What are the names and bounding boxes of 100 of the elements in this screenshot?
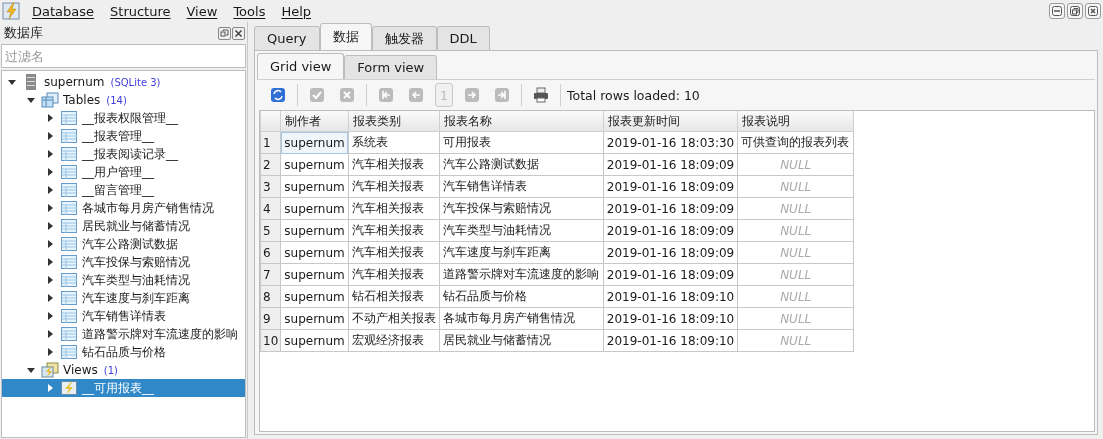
close-icon[interactable] [232, 26, 245, 40]
table-cell[interactable]: supernum [280, 219, 349, 242]
tree-item[interactable]: __报表阅读记录__ [2, 145, 245, 163]
table-cell[interactable]: 系统表 [348, 131, 440, 154]
table-cell[interactable]: supernum [280, 197, 349, 220]
tables-icon [41, 92, 59, 108]
tree-item[interactable]: __报表管理__ [2, 127, 245, 145]
table-cell[interactable]: 2019-01-16 18:09:09 [603, 175, 738, 198]
table-cell[interactable]: 2019-01-16 18:09:09 [603, 263, 738, 286]
tab[interactable]: 触发器 [371, 26, 437, 50]
table-icon [60, 164, 78, 180]
column-header[interactable]: 报表更新时间 [603, 111, 738, 132]
tree-item[interactable]: __可用报表__ [2, 379, 245, 397]
tree-item[interactable]: Views (1) [2, 361, 245, 379]
menu-item[interactable]: Tools [225, 3, 274, 19]
table-cell[interactable]: 可用报表 [439, 131, 604, 154]
table-cell[interactable]: 2019-01-16 18:09:10 [603, 307, 738, 330]
panel-title: 数据库 [4, 24, 43, 42]
restore-button[interactable] [1067, 3, 1083, 19]
filter-field[interactable]: 过滤名 [1, 44, 246, 68]
tree-item[interactable]: 道路警示牌对车流速度的影响 [2, 325, 245, 343]
tree-item[interactable]: 汽车速度与刹车距离 [2, 289, 245, 307]
tree-item[interactable]: 居民就业与储蓄情况 [2, 217, 245, 235]
tree-item[interactable]: 汽车投保与索赔情况 [2, 253, 245, 271]
count-label: (1) [103, 364, 118, 376]
tree-item[interactable]: __留言管理__ [2, 181, 245, 199]
table-cell[interactable]: 汽车投保与索赔情况 [439, 197, 604, 220]
table-cell[interactable]: supernum [280, 153, 349, 176]
table-icon [60, 200, 78, 216]
table-cell[interactable]: 汽车类型与油耗情况 [439, 219, 604, 242]
row-number: 4 [260, 197, 281, 220]
table-cell[interactable]: supernum [280, 307, 349, 330]
count-label: (SQLite 3) [110, 76, 161, 88]
menu-item[interactable]: Help [273, 3, 320, 19]
table-icon [60, 182, 78, 198]
table-cell[interactable]: supernum [280, 241, 349, 264]
column-header[interactable]: 报表名称 [439, 111, 604, 132]
table-cell[interactable]: 汽车相关报表 [348, 197, 440, 220]
tab[interactable]: Query [254, 26, 320, 50]
row-number: 6 [260, 241, 281, 264]
table-cell[interactable]: 2019-01-16 18:03:30 [603, 131, 738, 154]
table-cell[interactable]: 不动产相关报表 [348, 307, 440, 330]
tree-item[interactable]: 汽车公路测试数据 [2, 235, 245, 253]
tree-item[interactable]: 各城市每月房产销售情况 [2, 199, 245, 217]
table-cell[interactable]: 2019-01-16 18:09:09 [603, 153, 738, 176]
table-cell[interactable]: 宏观经济报表 [348, 329, 440, 352]
table-cell[interactable]: 汽车相关报表 [348, 219, 440, 242]
table-cell[interactable]: 钻石品质与价格 [439, 285, 604, 308]
table-cell[interactable]: 汽车相关报表 [348, 263, 440, 286]
table-icon [60, 128, 78, 144]
table-cell[interactable]: 2019-01-16 18:09:10 [603, 329, 738, 352]
tree-item[interactable]: __用户管理__ [2, 163, 245, 181]
tree-item[interactable]: 汽车类型与油耗情况 [2, 271, 245, 289]
table-cell[interactable]: supernum [280, 329, 349, 352]
table-cell[interactable]: 道路警示牌对车流速度的影响 [439, 263, 604, 286]
table-icon [60, 218, 78, 234]
table-cell[interactable]: 可供查询的报表列表 [737, 131, 854, 154]
table-cell[interactable]: 汽车销售详情表 [439, 175, 604, 198]
table-cell[interactable]: 汽车相关报表 [348, 175, 440, 198]
tab[interactable]: Grid view [257, 53, 345, 79]
table-icon [60, 146, 78, 162]
table-cell[interactable]: 汽车相关报表 [348, 153, 440, 176]
row-number: 5 [260, 219, 281, 242]
column-header[interactable]: 报表类别 [348, 111, 440, 132]
tree-item[interactable]: 汽车销售详情表 [2, 307, 245, 325]
row-number: 8 [260, 285, 281, 308]
tab[interactable]: Form view [344, 55, 438, 79]
table-cell[interactable]: 居民就业与储蓄情况 [439, 329, 604, 352]
table-icon [60, 272, 78, 288]
tab[interactable]: DDL [436, 26, 490, 50]
views-icon [41, 362, 59, 378]
table-icon [60, 326, 78, 342]
table-cell[interactable]: 2019-01-16 18:09:10 [603, 285, 738, 308]
float-icon[interactable] [218, 26, 231, 40]
table-cell[interactable]: supernum [280, 263, 349, 286]
table-cell[interactable]: supernum [280, 285, 349, 308]
table-cell[interactable]: 2019-01-16 18:09:09 [603, 241, 738, 264]
table-cell[interactable]: 汽车速度与刹车距离 [439, 241, 604, 264]
table-cell[interactable]: supernum [280, 175, 349, 198]
tree-item[interactable]: __报表权限管理__ [2, 109, 245, 127]
menu-item[interactable]: View [178, 3, 226, 19]
minimize-button[interactable] [1049, 3, 1065, 19]
tree-item[interactable]: supernum (SQLite 3) [2, 73, 245, 91]
table-cell[interactable]: 钻石相关报表 [348, 285, 440, 308]
table-cell[interactable]: 各城市每月房产销售情况 [439, 307, 604, 330]
tree-item[interactable]: 钻石品质与价格 [2, 343, 245, 361]
table-cell[interactable]: 2019-01-16 18:09:09 [603, 197, 738, 220]
column-header[interactable]: 报表说明 [737, 111, 854, 132]
menu-item[interactable]: Database [24, 3, 103, 19]
table-cell[interactable]: 汽车相关报表 [348, 241, 440, 264]
row-number: 9 [260, 307, 281, 330]
table-icon [60, 344, 78, 360]
menu-item[interactable]: Structure [102, 3, 179, 19]
table-cell[interactable]: 汽车公路测试数据 [439, 153, 604, 176]
column-header[interactable]: 制作者 [280, 111, 349, 132]
tab[interactable]: 数据 [319, 23, 372, 50]
table-icon [60, 236, 78, 252]
tree-item[interactable]: Tables (14) [2, 91, 245, 109]
table-cell[interactable]: 2019-01-16 18:09:09 [603, 219, 738, 242]
close-button[interactable] [1085, 3, 1101, 19]
